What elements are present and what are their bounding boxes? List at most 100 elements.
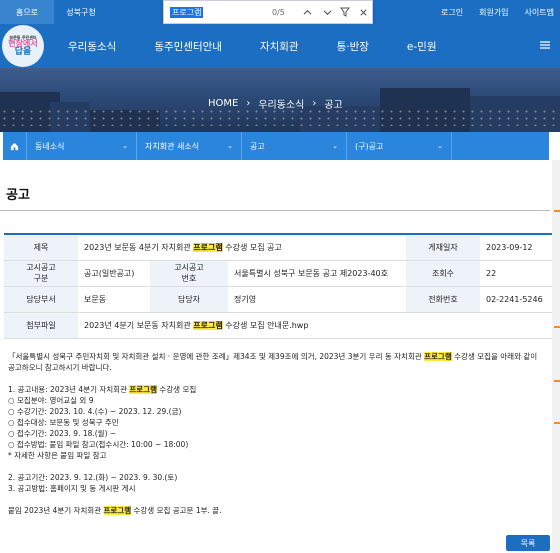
find-highlight: 프로그램: [193, 320, 223, 330]
number-label: 고시공고 번호: [150, 260, 228, 287]
notice-number: 서울특별시 성북구 보문동 공고 제2023-40호: [228, 260, 406, 287]
breadcrumb-home[interactable]: HOME: [208, 98, 238, 109]
seongbuk-link[interactable]: 성북구청: [54, 0, 108, 24]
subnav-select-2[interactable]: 자치회관 새소식 ⌄: [137, 132, 242, 160]
body-attach-a: 붙임 2023년 4분기 자치회관: [8, 506, 104, 515]
title-label: 제목: [4, 234, 78, 261]
body-intro-b: 수강생 모집을 아래와 같이: [451, 352, 538, 361]
body-line: ○ 접수기간: 2023. 9. 18.(월) ~: [8, 429, 117, 438]
person-label: 담당자: [150, 286, 228, 313]
subnav-select-3-label: 공고: [250, 141, 265, 151]
table-row: 제목 2023년 보문동 4분기 자치회관 프로그램 수강생 모집 공고 게재일…: [4, 234, 552, 261]
city-banner: HOME › 우리동소식 › 공고: [0, 68, 560, 132]
nav-news[interactable]: 우리동소식: [68, 39, 116, 54]
table-row: 고시공고 구분 공고(일반공고) 고시공고 번호 서울특별시 성북구 보문동 공…: [4, 260, 552, 287]
phone-number: 02-2241-5246: [480, 286, 552, 313]
table-row: 첨부파일 2023년 4분기 보문동 자치회관 프로그램 수강생 모집 안내문.…: [4, 312, 552, 339]
dept-label: 담당부서: [4, 286, 78, 313]
nav-e-minwon[interactable]: e-민원: [407, 39, 437, 54]
chevron-right-icon: ›: [246, 98, 251, 109]
subnav-select-4-label: (구)공고: [355, 141, 384, 151]
list-button[interactable]: 목록: [506, 535, 550, 551]
nav-tongban[interactable]: 통·반장: [337, 39, 369, 54]
sub-navigation: 동네소식 ⌄ 자치회관 새소식 ⌄ 공고 ⌄ (구)공고 ⌄: [3, 132, 549, 160]
filter-icon[interactable]: [338, 5, 352, 19]
site-header: 보문동 주민센터 현장에서 답을 우리동소식 동주민센터안내 자치회관 통·반장…: [0, 24, 560, 68]
post-date: 2023-09-12: [480, 234, 552, 261]
nav-center-info[interactable]: 동주민센터안내: [154, 39, 222, 54]
find-highlight: 프로그램: [424, 352, 452, 361]
find-count: 0/5: [272, 7, 285, 17]
home-icon[interactable]: [3, 132, 27, 160]
chevron-down-icon: ⌄: [227, 142, 233, 150]
attachment-post: 수강생 모집 안내문.hwp: [222, 320, 309, 330]
body-attach-b: 수강생 모집 공고문 1부. 끝.: [131, 506, 222, 515]
breadcrumb-current: 공고: [324, 100, 343, 111]
chevron-down-icon: ⌄: [437, 142, 443, 150]
view-count: 22: [480, 260, 552, 287]
find-marker: [554, 326, 560, 328]
title-divider: [0, 210, 550, 211]
subnav-select-1-label: 동네소식: [35, 141, 65, 151]
body-line: ○ 접수방법: 붙임 파일 참고(접수시간: 10:00 ~ 18:00): [8, 440, 189, 449]
subnav-select-3[interactable]: 공고 ⌄: [242, 132, 347, 160]
sitemap-link[interactable]: 사이트맵: [525, 7, 554, 18]
site-logo[interactable]: 보문동 주민센터 현장에서 답을: [2, 25, 44, 67]
utility-links: 로그인 회원가입 사이트맵: [441, 0, 554, 24]
views-label: 조회수: [406, 260, 480, 287]
breadcrumb-news[interactable]: 우리동소식: [258, 96, 304, 111]
department: 보문동: [78, 286, 150, 313]
attachment-pre: 2023년 4분기 보문동 자치회관: [84, 320, 194, 330]
close-icon[interactable]: [356, 5, 370, 19]
scrollbar[interactable]: [552, 160, 560, 553]
body-line: ○ 접수대상: 보문동 및 성북구 주민: [8, 418, 119, 427]
home-link[interactable]: 홈으로: [0, 0, 54, 24]
table-row: 담당부서 보문동 담당자 정기영 전화번호 02-2241-5246: [4, 286, 552, 313]
notice-type: 공고(일반공고): [78, 260, 150, 287]
body-line: 3. 공고방법: 홈페이지 및 동 게시판 게시: [8, 484, 136, 493]
chevron-up-icon[interactable]: [300, 5, 314, 19]
type-label: 고시공고 구분: [4, 260, 78, 287]
notice-title-pre: 2023년 보문동 4분기 자치회관: [84, 242, 194, 252]
find-in-page-bar: 프로그램 0/5: [163, 0, 373, 24]
main-nav: 우리동소식 동주민센터안내 자치회관 통·반장 e-민원: [68, 24, 474, 68]
subnav-select-4[interactable]: (구)공고 ⌄: [347, 132, 452, 160]
phone-label: 전화번호: [406, 286, 480, 313]
attachment-link[interactable]: 2023년 4분기 보문동 자치회관 프로그램 수강생 모집 안내문.hwp: [78, 312, 552, 339]
signup-link[interactable]: 회원가입: [479, 7, 508, 18]
find-marker: [554, 380, 560, 382]
date-label: 게재일자: [406, 234, 480, 261]
logo-line-3: 답을: [14, 46, 32, 57]
chevron-down-icon: ⌄: [332, 142, 338, 150]
notice-body: 「서울특별시 성북구 주민자치회 및 자치회관 설치 · 운영에 관한 조례」제…: [8, 351, 548, 516]
body-line: * 자세한 사항은 붙임 파일 참고: [8, 451, 107, 460]
nav-self-government[interactable]: 자치회관: [260, 39, 299, 54]
notice-title-post: 수강생 모집 공고: [222, 242, 282, 252]
menu-icon[interactable]: [540, 39, 550, 53]
body-item1-a: 1. 공고내용: 2023년 4분기 자치회관: [8, 385, 130, 394]
breadcrumb: HOME › 우리동소식 › 공고: [208, 96, 343, 111]
body-line: ○ 모집분야: 영어교실 외 9: [8, 396, 94, 405]
body-intro-c: 공고하오니 참고하시기 바랍니다.: [8, 363, 112, 372]
body-intro-a: 「서울특별시 성북구 주민자치회 및 자치회관 설치 · 운영에 관한 조례」제…: [8, 352, 425, 361]
find-highlight: 프로그램: [193, 242, 223, 252]
page-title: 공고: [6, 188, 30, 203]
body-item1-b: 수강생 모집: [156, 385, 197, 394]
chevron-down-icon: ⌄: [122, 142, 128, 150]
chevron-down-icon[interactable]: [320, 5, 334, 19]
body-line: 2. 공고기간: 2023. 9. 12.(화) ~ 2023. 9. 30.(…: [8, 473, 178, 482]
body-line: ○ 수강기간: 2023. 10. 4.(수) ~ 2023. 12. 29.(…: [8, 407, 182, 416]
chevron-right-icon: ›: [312, 98, 317, 109]
attach-label: 첨부파일: [4, 312, 78, 339]
find-marker: [554, 210, 560, 212]
find-highlight: 프로그램: [103, 506, 132, 515]
login-link[interactable]: 로그인: [441, 7, 463, 18]
find-input[interactable]: 프로그램: [170, 6, 204, 18]
find-marker: [554, 422, 560, 424]
notice-info-table: 제목 2023년 보문동 4분기 자치회관 프로그램 수강생 모집 공고 게재일…: [4, 233, 552, 339]
subnav-select-2-label: 자치회관 새소식: [145, 141, 200, 151]
subnav-select-1[interactable]: 동네소식 ⌄: [27, 132, 137, 160]
find-highlight: 프로그램: [129, 385, 157, 394]
notice-title: 2023년 보문동 4분기 자치회관 프로그램 수강생 모집 공고: [78, 234, 406, 261]
person-in-charge: 정기영: [228, 286, 406, 313]
